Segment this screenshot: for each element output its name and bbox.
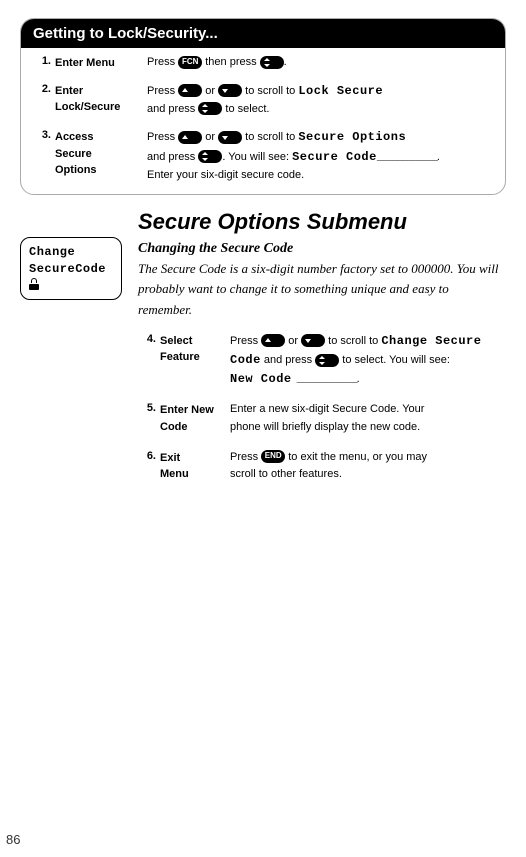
step-row: 5. Enter New Code Enter a new six-digit … [138,401,506,436]
updown-key-icon [198,102,222,115]
phone-screen-box: Change SecureCode [20,237,122,300]
step-row: 6. Exit Menu Press END to exit the menu,… [138,449,506,484]
card-body: 1. Enter Menu Press FCN then press . 2. … [21,48,505,194]
step-label: Enter New Code [156,401,224,435]
step-text: Press or to scroll to Change Secure Code… [224,332,506,390]
step-label: Exit Menu [156,449,224,483]
step-number: 2. [33,82,51,95]
fcn-key-icon: FCN [178,56,202,69]
step-text: Press END to exit the menu, or you may s… [224,449,506,484]
step-row: 1. Enter Menu Press FCN then press . [33,54,493,72]
step-number: 4. [138,332,156,345]
submenu-section: Change SecureCode Secure Options Submenu… [20,209,506,495]
paragraph: The Secure Code is a six-digit number fa… [138,259,506,319]
step-label: Access Secure Options [51,128,141,179]
end-key-icon: END [261,450,285,463]
lcd-text: Lock Secure [298,84,383,98]
lcd-text: Change Secure [381,334,481,348]
down-key-icon [218,131,242,144]
step-number: 3. [33,128,51,141]
card-title: Getting to Lock/Security... [21,19,505,48]
up-key-icon [261,334,285,347]
lcd-text: Secure Options [298,130,406,144]
lcd-text: Code [230,353,261,367]
step-text: Enter a new six-digit Secure Code. Your … [224,401,506,436]
subheading: Changing the Secure Code [138,241,506,257]
step-label: Enter Lock/Secure [51,82,141,116]
section-title: Secure Options Submenu [138,209,506,235]
step-row: 2. Enter Lock/Secure Press or to scroll … [33,82,493,119]
step-number: 5. [138,401,156,414]
sidebar: Change SecureCode [20,209,122,300]
updown-key-icon [315,354,339,367]
updown-key-icon [260,56,284,69]
lcd-text: Secure Code [292,150,377,164]
step-label: Enter Menu [51,54,141,72]
step-row: 4. Select Feature Press or to scroll to … [138,332,506,390]
content-column: Secure Options Submenu Changing the Secu… [122,209,506,495]
up-key-icon [178,131,202,144]
down-key-icon [218,84,242,97]
step-text: Press FCN then press . [141,54,493,72]
steps-list: 4. Select Feature Press or to scroll to … [138,332,506,484]
page-number: 86 [6,832,20,847]
step-text: Press or to scroll to Secure Options and… [141,128,493,184]
updown-key-icon [198,150,222,163]
step-number: 1. [33,54,51,67]
step-row: 3. Access Secure Options Press or to scr… [33,128,493,184]
lcd-text: New Code [230,372,292,386]
instruction-card: Getting to Lock/Security... 1. Enter Men… [20,18,506,195]
up-key-icon [178,84,202,97]
down-key-icon [301,334,325,347]
lock-icon [29,280,39,290]
step-number: 6. [138,449,156,462]
step-label: Select Feature [156,332,224,366]
step-text: Press or to scroll to Lock Secure and pr… [141,82,493,119]
